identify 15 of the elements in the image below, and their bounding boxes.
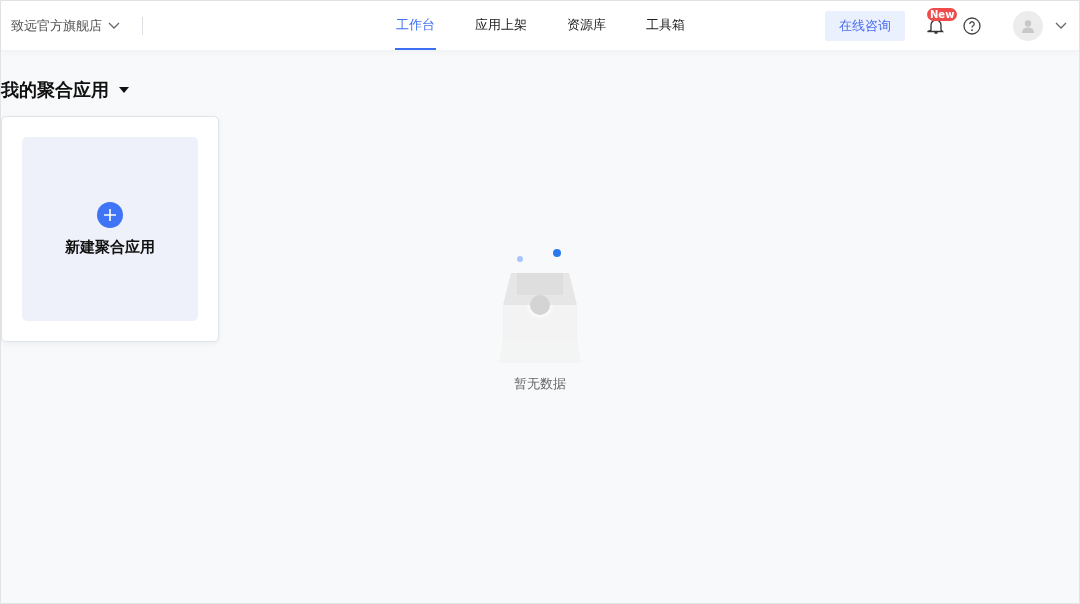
nav-tab[interactable]: 应用上架 <box>473 1 528 50</box>
caret-icon[interactable] <box>119 87 129 93</box>
section-title: 我的聚合应用 <box>1 78 109 102</box>
chevron-down-icon <box>1055 21 1067 30</box>
consult-button[interactable]: 在线咨询 <box>825 10 905 41</box>
plus-icon <box>97 201 123 228</box>
new-app-button[interactable]: 新建聚合应用 <box>22 137 198 321</box>
chevron-down-icon <box>108 21 120 30</box>
store-switcher[interactable]: 致远官方旗舰店 <box>11 16 120 35</box>
nav-tab[interactable]: 工作台 <box>394 1 436 50</box>
nav-tab[interactable]: 工具箱 <box>644 1 686 50</box>
empty-text: 暂无数据 <box>514 375 566 393</box>
nav-tab[interactable]: 资源库 <box>565 1 607 50</box>
help-icon[interactable] <box>963 16 981 35</box>
new-badge: New <box>927 7 958 21</box>
